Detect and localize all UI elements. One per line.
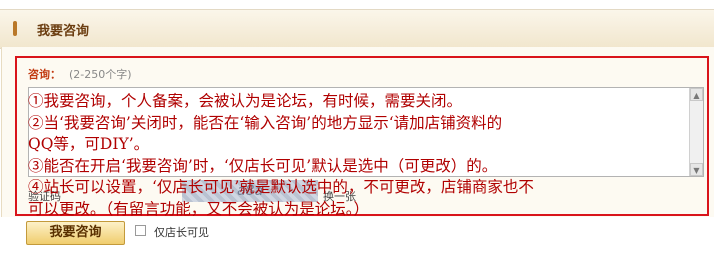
annotation-line: 可以更改。（有留言功能，又不会被认为是论坛。）: [28, 199, 370, 218]
char-limit-hint: (2-250个字): [69, 68, 132, 81]
consult-label-row: 咨询： (2-250个字): [28, 66, 132, 82]
annotation-line: ④站长可以设置，‘仅店长可见’就是默认选中的，不可更改，店铺商家也不: [28, 178, 534, 196]
annotation-line: ③能否在开启‘我要咨询’时，‘仅店长可见’默认是选中（可更改）的。: [28, 156, 498, 175]
owner-only-checkbox[interactable]: [135, 225, 146, 236]
owner-only-label: 仅店长可见: [154, 226, 209, 239]
header-accent-bar: [13, 21, 17, 36]
section-title: 我要咨询: [37, 24, 90, 39]
annotation-line: QQ等，可DIY’。: [28, 135, 150, 153]
annotation-line: ①我要咨询，个人备案，会被认为是论坛，有时候，需要关闭。: [28, 92, 463, 110]
section-header: 我要咨询: [0, 9, 714, 49]
annotation-line: ②当‘我要咨询’关闭时，能否在‘输入咨询’的地方显示‘请加店铺资料的: [28, 113, 503, 132]
consult-label: 咨询：: [28, 68, 61, 81]
annotation-text: ①我要咨询，个人备案，会被认为是论坛，有时候，需要关闭。 ②当‘我要咨询’关闭时…: [28, 91, 714, 220]
submit-consult-button[interactable]: 我要咨询: [26, 221, 125, 245]
